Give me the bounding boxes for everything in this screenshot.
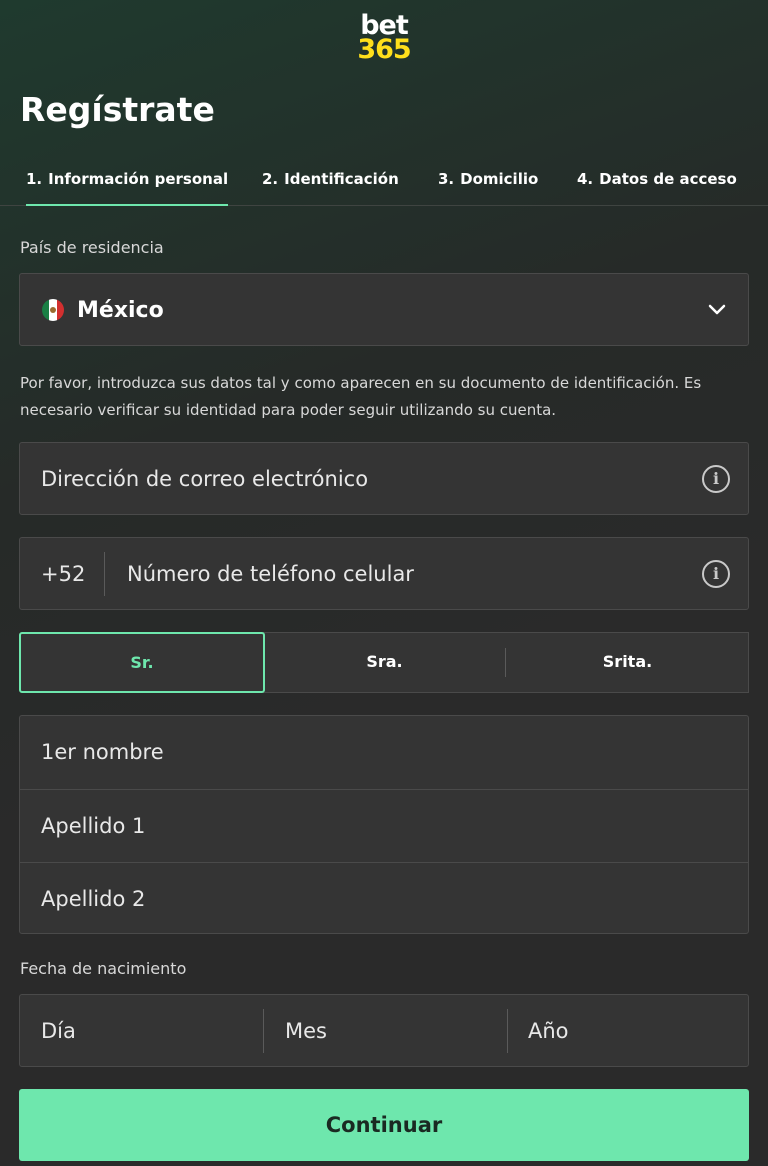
tab-label: Domicilio (460, 170, 539, 188)
tab-address[interactable]: 3. Domicilio (438, 170, 538, 206)
dob-separator (263, 1009, 264, 1053)
chevron-down-icon (708, 304, 726, 315)
dob-field: Día Mes Año (19, 994, 749, 1067)
first-name-field[interactable]: 1er nombre (20, 716, 748, 789)
registration-steps: 1. Información personal 2. Identificación … (0, 160, 768, 206)
tab-number: 3. (438, 170, 455, 188)
tab-number: 2. (262, 170, 279, 188)
last-name-2-placeholder: Apellido 2 (41, 887, 146, 911)
country-select[interactable]: México (19, 273, 749, 346)
continue-button[interactable]: Continuar (19, 1089, 749, 1161)
country-label: País de residencia (20, 238, 164, 257)
name-fields: 1er nombre Apellido 1 Apellido 2 (19, 715, 749, 934)
last-name-1-field[interactable]: Apellido 1 (20, 789, 748, 862)
dob-day-input[interactable]: Día (41, 1019, 76, 1043)
id-notice: Por favor, introduzca sus datos tal y co… (20, 374, 702, 419)
phone-divider (104, 552, 105, 596)
country-value: México (77, 298, 164, 323)
phone-prefix[interactable]: +52 (41, 562, 85, 586)
title-srita-button[interactable]: Srita. (506, 632, 749, 693)
dob-label: Fecha de nacimiento (20, 959, 187, 978)
last-name-2-field[interactable]: Apellido 2 (20, 862, 748, 935)
dob-month-input[interactable]: Mes (285, 1019, 327, 1043)
tab-number: 4. (577, 170, 594, 188)
dob-separator (507, 1009, 508, 1053)
tab-access-data[interactable]: 4. Datos de acceso (577, 170, 737, 206)
title-separator (505, 648, 506, 677)
info-icon[interactable]: i (702, 560, 730, 588)
dob-year-input[interactable]: Año (528, 1019, 569, 1043)
tab-label: Identificación (284, 170, 399, 188)
email-field[interactable]: Dirección de correo electrónico i (19, 442, 749, 515)
email-placeholder: Dirección de correo electrónico (41, 467, 369, 491)
title-sr-button[interactable]: Sr. (19, 632, 265, 693)
tab-identification[interactable]: 2. Identificación (262, 170, 399, 206)
tab-number: 1. (26, 170, 43, 188)
info-icon[interactable]: i (702, 465, 730, 493)
bet365-logo: bet 365 (0, 12, 768, 63)
tab-personal-info[interactable]: 1. Información personal (26, 170, 229, 206)
title-selector: Sra. Srita. Sr. (19, 632, 749, 693)
phone-placeholder: Número de teléfono celular (127, 562, 414, 586)
phone-field[interactable]: +52 Número de teléfono celular i (19, 537, 749, 610)
mexico-flag-icon (42, 299, 64, 321)
tab-label: Datos de acceso (599, 170, 737, 188)
page-title: Regístrate (20, 90, 215, 129)
logo-text-365: 365 (357, 34, 411, 65)
tab-label: Información personal (48, 170, 229, 188)
last-name-1-placeholder: Apellido 1 (41, 814, 146, 838)
first-name-placeholder: 1er nombre (41, 740, 164, 764)
title-sra-button[interactable]: Sra. (263, 632, 506, 693)
